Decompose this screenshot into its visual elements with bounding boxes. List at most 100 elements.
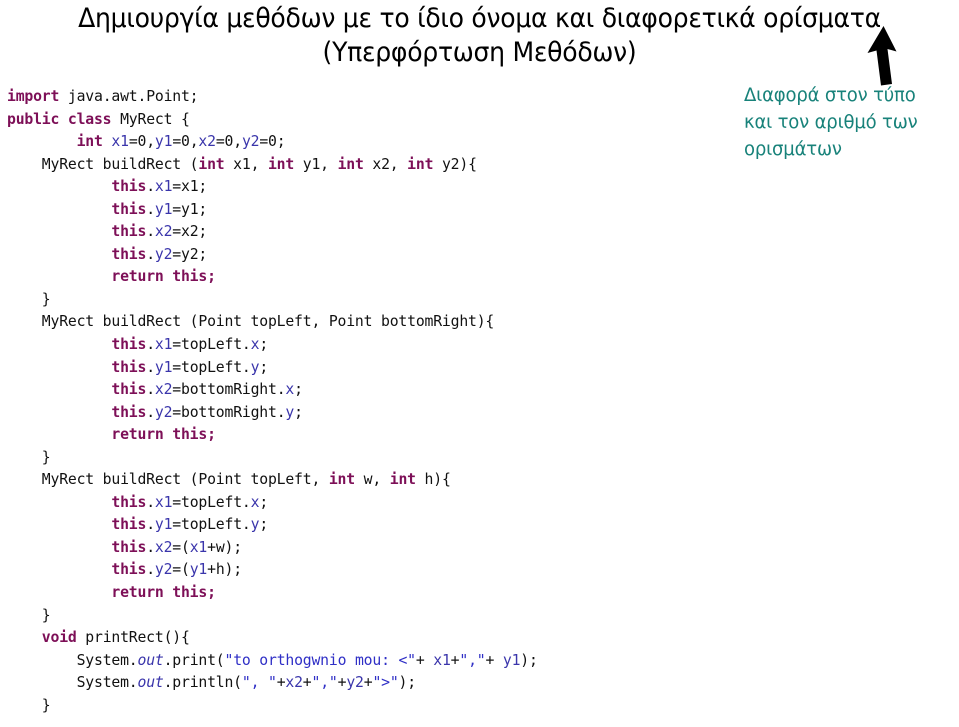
code-token-var: y	[250, 357, 260, 376]
code-token-kw: import	[7, 87, 60, 105]
code-token-plain: =y2;	[172, 244, 208, 263]
code-token-var: y2	[241, 132, 260, 151]
code-token-plain: }	[41, 605, 51, 624]
code-token-kw: this	[111, 515, 147, 534]
code-token-plain: =0,	[128, 132, 155, 151]
code-line: this.y2=(y1+h);	[7, 558, 716, 581]
code-token-plain: );	[520, 650, 538, 669]
code-token-kw: public class	[7, 109, 112, 128]
code-token-plain: }	[41, 289, 51, 308]
code-token-plain: x1,	[224, 154, 268, 173]
code-token-em: out	[137, 650, 164, 669]
code-token-plain: .	[146, 515, 155, 534]
code-token-plain: =0,	[172, 132, 199, 151]
code-token-plain: +	[302, 673, 312, 692]
code-token-plain: System.	[76, 673, 138, 692]
code-line: System.out.print("to orthogwnio mou: <"+…	[7, 649, 716, 672]
code-token-var: x2	[285, 673, 303, 692]
code-token-plain: MyRect buildRect (	[41, 154, 199, 173]
code-line: this.y2=y2;	[7, 243, 716, 266]
code-token-plain: .	[146, 199, 155, 218]
page-title-line-2: (Υπερφόρτωση Μεθόδων)	[322, 37, 637, 68]
code-token-plain: .	[146, 244, 155, 263]
code-token-plain: +	[450, 650, 460, 669]
code-token-plain: ;	[259, 515, 269, 534]
code-token-var: y	[250, 515, 260, 534]
code-token-kw: this	[111, 177, 147, 196]
code-token-kw: this	[111, 537, 147, 556]
code-token-var: x1	[111, 132, 129, 151]
code-token-var: x1	[154, 177, 173, 196]
code-token-plain: .print(	[163, 650, 225, 669]
code-token-plain: }	[41, 695, 51, 714]
code-token-plain: =topLeft.	[172, 515, 251, 534]
code-token-var: x2	[154, 222, 173, 241]
code-token-plain: ;	[259, 357, 269, 376]
code-token-plain: .	[146, 177, 155, 196]
code-token-str: ", "	[241, 673, 277, 692]
code-token-plain: +	[415, 650, 434, 669]
annotation-line-2: και τον αριθμό των	[744, 111, 918, 133]
code-token-plain: MyRect buildRect (Point topLeft, Point b…	[41, 312, 495, 331]
code-line: this.x2=x2;	[7, 220, 716, 243]
code-line: return this;	[7, 265, 716, 288]
code-token-str: ","	[459, 650, 486, 669]
code-token-plain: y1,	[294, 154, 338, 173]
code-line: this.y2=bottomRight.y;	[7, 401, 716, 424]
code-token-plain: MyRect {	[111, 109, 190, 128]
page-title: Δημιουργία μεθόδων με το ίδιο όνομα και …	[34, 2, 926, 70]
code-token-plain: .	[146, 492, 155, 511]
code-token-plain: =bottomRight.	[172, 402, 286, 421]
code-token-plain: =0;	[259, 132, 286, 151]
code-line: int x1=0,y1=0,x2=0,y2=0;	[7, 130, 716, 153]
code-token-plain: =topLeft.	[172, 335, 251, 354]
code-token-kw: int	[267, 154, 295, 173]
code-token-kw: int	[337, 154, 364, 173]
java-code-listing: import java.awt.Point; public class MyRec…	[7, 85, 716, 716]
code-line: return this;	[7, 423, 716, 446]
code-token-var: x1	[154, 335, 173, 354]
code-token-plain: x2,	[363, 154, 408, 173]
code-token-plain: .	[146, 380, 155, 399]
code-token-plain: ;	[294, 380, 303, 399]
code-line: }	[7, 694, 716, 717]
code-token-plain: =x2;	[172, 222, 208, 241]
code-token-plain: java.awt.Point;	[59, 87, 199, 105]
code-token-var: x	[250, 492, 260, 511]
code-token-plain: +w);	[207, 537, 242, 556]
code-token-plain: System.	[76, 650, 138, 669]
code-line: System.out.println(", "+x2+","+y2+">");	[7, 671, 716, 694]
code-line: }	[7, 288, 716, 311]
code-token-plain: .	[146, 402, 155, 421]
code-token-str: ">"	[372, 673, 399, 692]
code-token-plain: w,	[354, 470, 390, 489]
annotation-line-3: ορισμάτων	[744, 138, 842, 160]
code-token-plain: .	[146, 560, 155, 579]
code-token-plain: MyRect buildRect (Point topLeft,	[41, 470, 329, 489]
code-token-kw: int	[198, 154, 225, 173]
code-token-plain: +	[276, 673, 286, 692]
code-token-var: x2	[154, 537, 173, 556]
code-token-plain: ;	[259, 335, 269, 354]
code-token-kw: this	[111, 402, 147, 421]
code-token-str: ","	[311, 673, 338, 692]
code-token-str: "to orthogwnio mou: <"	[224, 650, 417, 669]
code-token-var: x2	[154, 380, 173, 399]
code-line: public class MyRect {	[7, 108, 716, 131]
code-token-kw: this	[111, 492, 147, 511]
code-token-var: y1	[502, 650, 521, 669]
code-token-kw: this	[111, 199, 147, 218]
code-token-plain: }	[41, 447, 51, 466]
code-token-plain: +	[337, 673, 347, 692]
page-title-line-1: Δημιουργία μεθόδων με το ίδιο όνομα και …	[78, 3, 881, 34]
code-token-plain: ;	[259, 492, 269, 511]
code-token-plain: +h);	[207, 560, 242, 579]
code-token-plain: .	[146, 335, 155, 354]
code-token-var: x2	[198, 132, 216, 151]
code-token-plain: =(	[172, 560, 190, 579]
code-token-kw: return this;	[111, 267, 216, 286]
code-token-kw: return this;	[111, 583, 216, 602]
code-token-var: y2	[154, 402, 173, 421]
code-token-var: x	[250, 335, 260, 354]
code-token-plain: printRect(){	[76, 628, 190, 647]
